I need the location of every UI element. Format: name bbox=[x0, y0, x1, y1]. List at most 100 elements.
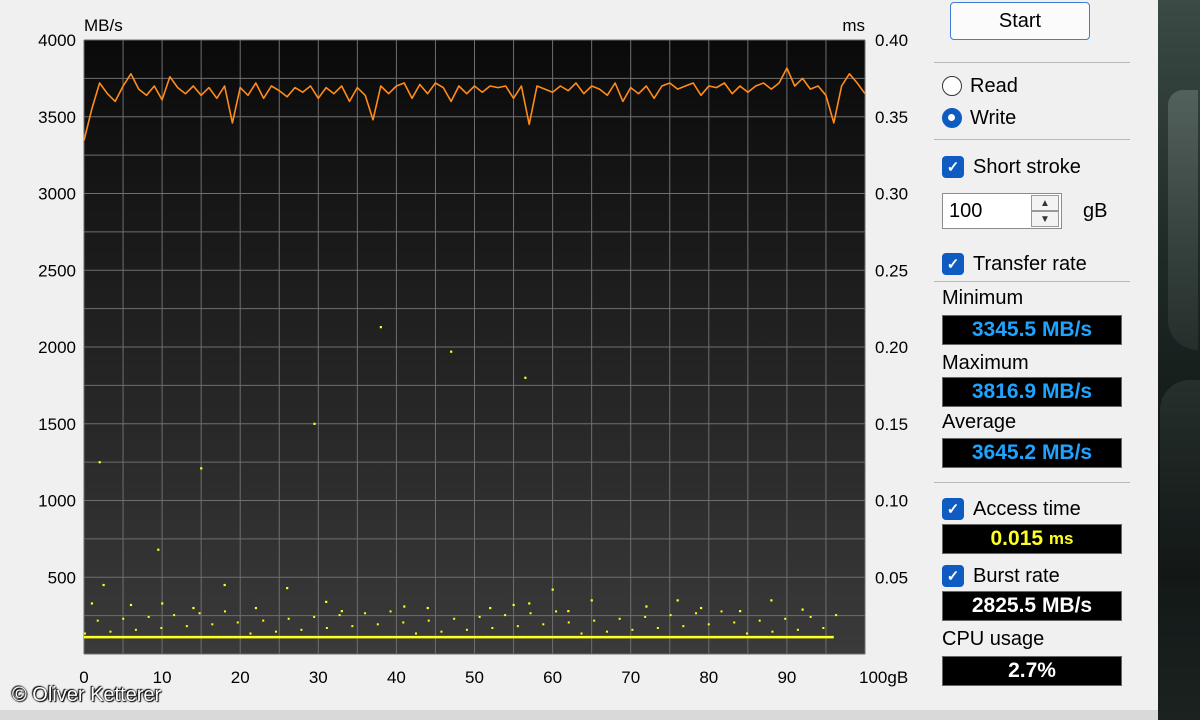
access-time-point bbox=[426, 606, 429, 610]
access-time-point bbox=[453, 617, 456, 620]
read-radio[interactable]: Read bbox=[942, 72, 1092, 100]
access-time-point bbox=[157, 548, 160, 551]
transfer-rate-checkbox[interactable]: ✓ Transfer rate bbox=[942, 250, 1128, 278]
checkmark-icon: ✓ bbox=[942, 253, 964, 275]
access-time-unit: ms bbox=[1048, 529, 1074, 548]
short-stroke-checkbox[interactable]: ✓ Short stroke bbox=[942, 153, 1128, 181]
access-time-point bbox=[682, 625, 685, 628]
burst-rate-label: Burst rate bbox=[973, 564, 1060, 587]
separator bbox=[934, 62, 1130, 63]
access-time-point bbox=[223, 583, 226, 587]
access-time-point bbox=[720, 610, 723, 613]
minimum-label: Minimum bbox=[942, 287, 1024, 309]
access-time-readout: 0.015 ms bbox=[942, 524, 1122, 554]
access-time-point bbox=[580, 632, 583, 635]
access-time-label: Access time bbox=[973, 497, 1081, 520]
separator bbox=[934, 482, 1130, 483]
access-time-point bbox=[770, 599, 773, 602]
transfer-chart: 4000 3500 3000 2500 2000 1500 1000 500 0.40 0.35 0… bbox=[38, 16, 908, 687]
access-time-point bbox=[440, 630, 443, 633]
access-time-point bbox=[211, 623, 214, 626]
separator bbox=[934, 281, 1130, 282]
access-time-point bbox=[338, 614, 341, 617]
access-time-point bbox=[173, 614, 176, 617]
y-right-tick-label: 0.35 bbox=[875, 108, 908, 127]
y-right-tick-label: 0.20 bbox=[875, 338, 908, 357]
y-right-tick-label: 0.05 bbox=[875, 568, 908, 587]
transfer-rate-label: Transfer rate bbox=[973, 252, 1087, 275]
access-time-point bbox=[695, 612, 698, 615]
access-time-point bbox=[325, 600, 328, 604]
y-right-tick-label: 0.30 bbox=[875, 185, 908, 204]
access-time-point bbox=[528, 602, 531, 605]
access-time-point bbox=[376, 623, 379, 626]
checkmark-icon: ✓ bbox=[942, 565, 964, 587]
y-left-tick-label: 1500 bbox=[38, 415, 76, 434]
write-radio[interactable]: Write bbox=[942, 104, 1092, 132]
y-left-tick-label: 3500 bbox=[38, 108, 76, 127]
radio-unchecked-icon bbox=[942, 76, 962, 96]
spin-up-icon[interactable]: ▲ bbox=[1031, 195, 1059, 211]
minimum-readout: 3345.5 MB/s bbox=[942, 315, 1122, 345]
benchmark-window: 4000 3500 3000 2500 2000 1500 1000 500 0.40 0.35 0… bbox=[0, 0, 1158, 710]
x-tick-label: 50 bbox=[465, 668, 484, 687]
access-time-point bbox=[192, 606, 195, 610]
access-time-point bbox=[835, 614, 838, 617]
access-time-point bbox=[593, 619, 596, 622]
access-time-point bbox=[351, 625, 354, 628]
x-tick-label: 40 bbox=[387, 668, 406, 687]
access-time-point bbox=[389, 610, 392, 613]
access-time-point bbox=[733, 621, 736, 624]
y-left-tick-label: 3000 bbox=[38, 185, 76, 204]
y-left-tick-label: 1000 bbox=[38, 492, 76, 511]
access-time-point bbox=[512, 603, 515, 607]
burst-rate-checkbox[interactable]: ✓ Burst rate bbox=[942, 562, 1128, 590]
y-right-tick-label: 0.25 bbox=[875, 261, 908, 280]
radio-checked-icon bbox=[942, 108, 962, 128]
access-time-point bbox=[567, 621, 570, 624]
y-right-tick-label: 0.40 bbox=[875, 31, 908, 50]
access-time-point bbox=[676, 599, 679, 602]
start-button[interactable]: Start bbox=[950, 2, 1090, 40]
x-tick-label: 90 bbox=[777, 668, 796, 687]
size-unit-label: gB bbox=[1083, 200, 1108, 222]
y-left-tick-label: 2500 bbox=[38, 261, 76, 280]
checkmark-icon: ✓ bbox=[942, 498, 964, 520]
access-time-point bbox=[102, 583, 105, 587]
cpu-usage-readout: 2.7% bbox=[942, 656, 1122, 686]
access-time-point bbox=[249, 632, 252, 635]
separator bbox=[934, 139, 1130, 140]
access-time-point bbox=[96, 619, 99, 622]
access-time-point bbox=[801, 608, 804, 611]
access-time-point bbox=[262, 619, 265, 622]
size-stepper[interactable]: ▲ ▼ bbox=[942, 193, 1062, 229]
access-time-point bbox=[313, 422, 316, 425]
access-time-point bbox=[605, 630, 608, 633]
access-time-point bbox=[200, 467, 203, 470]
access-time-point bbox=[478, 615, 481, 618]
access-time-point bbox=[313, 615, 316, 618]
y-right-unit: ms bbox=[842, 16, 865, 35]
maximum-readout: 3816.9 MB/s bbox=[942, 377, 1122, 407]
access-time-point bbox=[551, 588, 554, 591]
y-right-tick-label: 0.15 bbox=[875, 415, 908, 434]
spin-down-icon[interactable]: ▼ bbox=[1031, 211, 1059, 227]
cpu-usage-label: CPU usage bbox=[942, 628, 1045, 650]
access-time-point bbox=[147, 615, 150, 618]
access-time-point bbox=[771, 630, 774, 633]
copyright-watermark: © Oliver Ketterer bbox=[12, 684, 162, 706]
access-time-checkbox[interactable]: ✓ Access time bbox=[942, 495, 1128, 523]
access-time-point bbox=[427, 619, 430, 622]
access-time-point bbox=[618, 617, 621, 620]
x-tick-label: 30 bbox=[309, 668, 328, 687]
access-time-point bbox=[796, 628, 799, 631]
access-time-point bbox=[109, 630, 112, 633]
access-time-point bbox=[198, 612, 201, 615]
write-label: Write bbox=[970, 106, 1017, 129]
access-time-point bbox=[739, 610, 742, 613]
x-tick-label: 80 bbox=[699, 668, 718, 687]
size-input[interactable] bbox=[943, 194, 1029, 228]
access-time-point bbox=[529, 612, 532, 615]
wallpaper-background bbox=[1158, 0, 1200, 720]
window-bottom-edge bbox=[0, 710, 1158, 720]
